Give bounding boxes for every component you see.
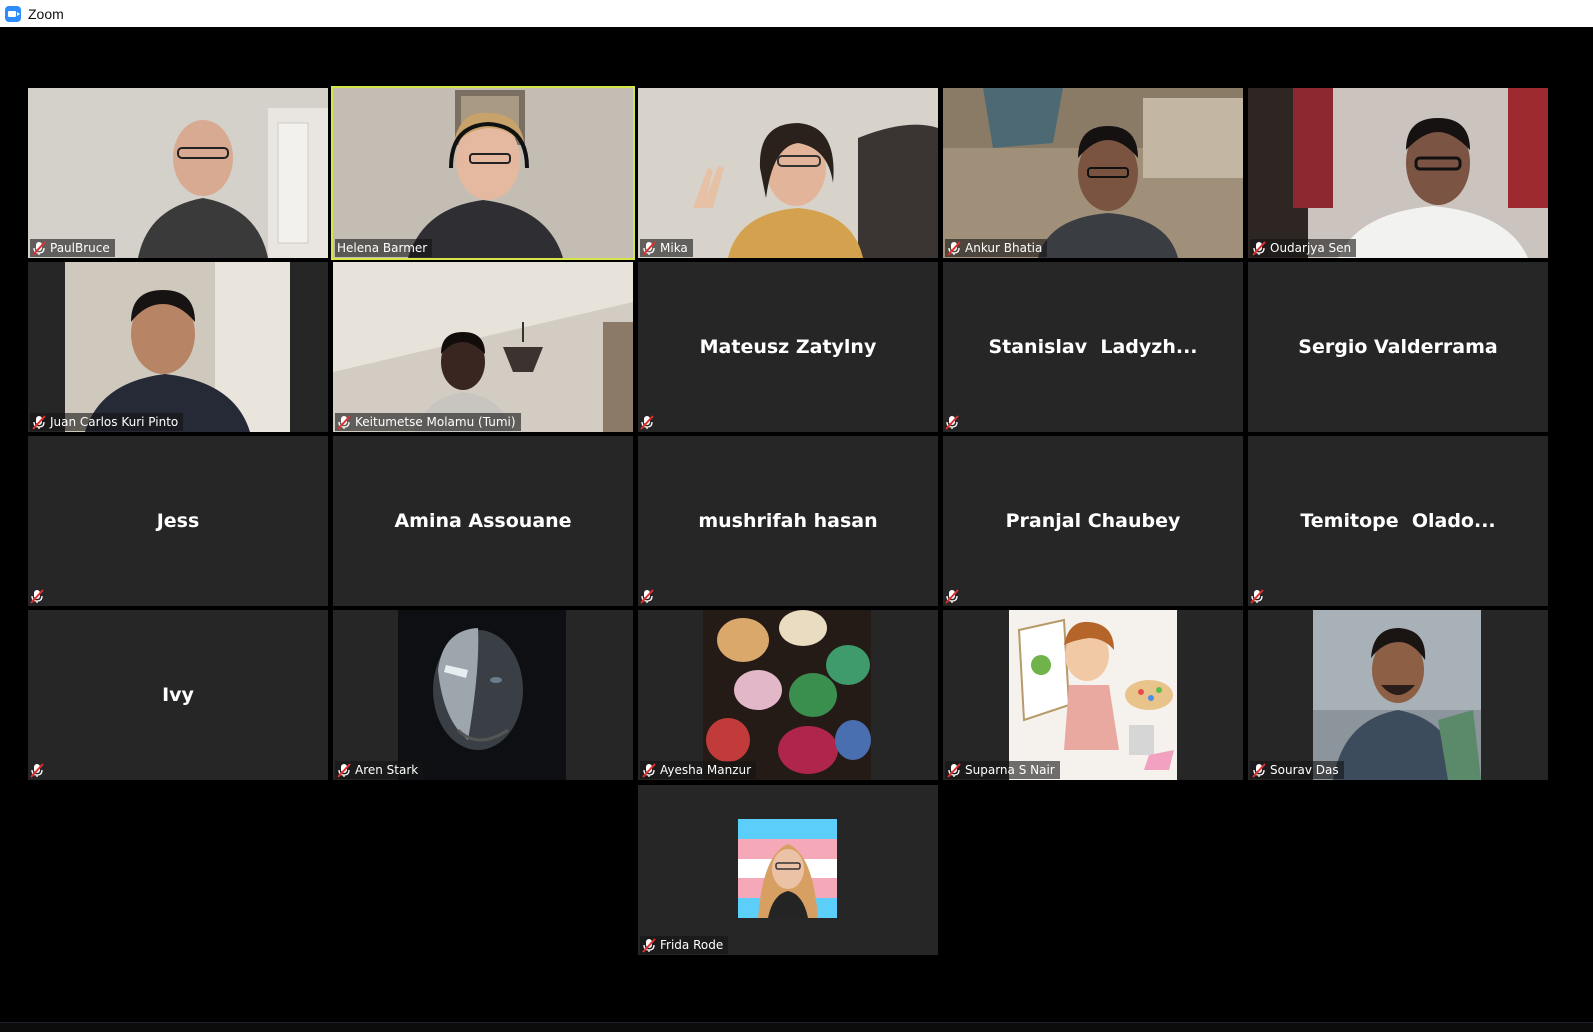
participant-name: PaulBruce (50, 241, 110, 255)
participant-tile[interactable]: Aren Stark (333, 610, 633, 780)
participant-video (65, 262, 290, 432)
participant-tile[interactable]: mushrifah hasan (638, 436, 938, 606)
participant-display-name: Sergio Valderrama (1298, 336, 1498, 358)
participant-tile[interactable]: Oudarjya Sen (1248, 88, 1548, 258)
participant-video (28, 88, 328, 258)
participant-tile[interactable]: Ayesha Manzur (638, 610, 938, 780)
participant-tile[interactable]: Pranjal Chaubey (943, 436, 1243, 606)
participant-label: Suparna S Nair (945, 761, 1060, 779)
participant-tile[interactable]: Frida Rode (638, 785, 938, 955)
mic-muted-icon (30, 761, 46, 779)
participant-display-name: Temitope Olado... (1300, 510, 1496, 532)
participant-label: PaulBruce (30, 239, 115, 257)
participant-label: Aren Stark (335, 761, 424, 779)
participant-name: Mika (660, 241, 688, 255)
participant-label: Oudarjya Sen (1250, 239, 1357, 257)
zoom-camera-icon (5, 5, 21, 22)
mic-muted-icon (32, 414, 46, 430)
participant-display-name: Amina Assouane (394, 510, 572, 532)
participant-name: Sourav Das (1270, 763, 1339, 777)
participant-display-name: Jess (156, 510, 200, 532)
mic-muted-icon (642, 762, 656, 778)
mic-muted-icon (32, 240, 46, 256)
participant-display-name: Stanislav Ladyzh... (988, 336, 1198, 358)
participant-label: Ankur Bhatia (945, 239, 1048, 257)
mic-muted-icon (337, 414, 351, 430)
participant-tile[interactable]: Ankur Bhatia (943, 88, 1243, 258)
participant-tile[interactable]: Sourav Das (1248, 610, 1548, 780)
participant-tile[interactable]: Stanislav Ladyzh... (943, 262, 1243, 432)
mic-muted-icon (945, 587, 961, 605)
profile-picture (738, 819, 837, 918)
participant-tile[interactable]: Sergio Valderrama (1248, 262, 1548, 432)
participant-tile[interactable]: Jess (28, 436, 328, 606)
participant-display-name: mushrifah hasan (698, 510, 878, 532)
participant-label: Ayesha Manzur (640, 761, 757, 779)
mic-muted-icon (945, 413, 961, 431)
mic-muted-icon (1250, 587, 1266, 605)
participant-label: Sourav Das (1250, 761, 1344, 779)
profile-picture (703, 610, 871, 780)
participant-display-name: Ivy (162, 684, 194, 706)
participant-tile[interactable]: Amina Assouane (333, 436, 633, 606)
participant-name: Suparna S Nair (965, 763, 1055, 777)
mic-muted-icon (1252, 240, 1266, 256)
participant-name: Ankur Bhatia (965, 241, 1043, 255)
participant-tile[interactable]: Ivy (28, 610, 328, 780)
participant-label: Juan Carlos Kuri Pinto (30, 413, 184, 431)
mic-muted-icon (642, 240, 656, 256)
mic-muted-icon (642, 937, 656, 953)
participant-label: Frida Rode (640, 936, 729, 954)
participant-tile[interactable]: Juan Carlos Kuri Pinto (28, 262, 328, 432)
participant-display-name: Mateusz Zatylny (699, 336, 877, 358)
participant-tile[interactable]: Mateusz Zatylny (638, 262, 938, 432)
participant-name: Juan Carlos Kuri Pinto (50, 415, 179, 429)
profile-picture (1009, 610, 1177, 780)
window-title: Zoom (28, 5, 64, 22)
participant-video (943, 88, 1243, 258)
participant-name: Helena Barmer (337, 241, 428, 255)
participant-label: Helena Barmer (335, 239, 433, 257)
participant-tile[interactable]: Keitumetse Molamu (Tumi) (333, 262, 633, 432)
mic-muted-icon (947, 240, 961, 256)
participant-tile[interactable]: Mika (638, 88, 938, 258)
bottom-edge (0, 1022, 1593, 1032)
participant-label: Mika (640, 239, 693, 257)
participant-tile[interactable]: PaulBruce (28, 88, 328, 258)
mic-muted-icon (640, 413, 656, 431)
participant-video (638, 88, 938, 258)
mic-muted-icon (947, 762, 961, 778)
profile-picture (398, 610, 566, 780)
participant-name: Ayesha Manzur (660, 763, 752, 777)
participant-name: Aren Stark (355, 763, 419, 777)
mic-muted-icon (1252, 762, 1266, 778)
profile-picture (1313, 610, 1481, 780)
participant-name: Frida Rode (660, 938, 724, 952)
mic-muted-icon (30, 587, 46, 605)
participant-video (333, 88, 633, 258)
participant-video (1248, 88, 1548, 258)
participant-label: Keitumetse Molamu (Tumi) (335, 413, 521, 431)
participant-display-name: Pranjal Chaubey (1005, 510, 1181, 532)
gallery-view: PaulBruce Helena Barmer Mika Ankur Bhati… (0, 27, 1593, 1022)
mic-muted-icon (640, 587, 656, 605)
participant-tile[interactable]: Suparna S Nair (943, 610, 1243, 780)
participant-tile[interactable]: Temitope Olado... (1248, 436, 1548, 606)
window-titlebar: Zoom (0, 0, 1593, 27)
participant-video (333, 262, 633, 432)
participant-name: Keitumetse Molamu (Tumi) (355, 415, 516, 429)
participant-tile-active-speaker[interactable]: Helena Barmer (331, 86, 635, 260)
participant-name: Oudarjya Sen (1270, 241, 1352, 255)
mic-muted-icon (337, 762, 351, 778)
